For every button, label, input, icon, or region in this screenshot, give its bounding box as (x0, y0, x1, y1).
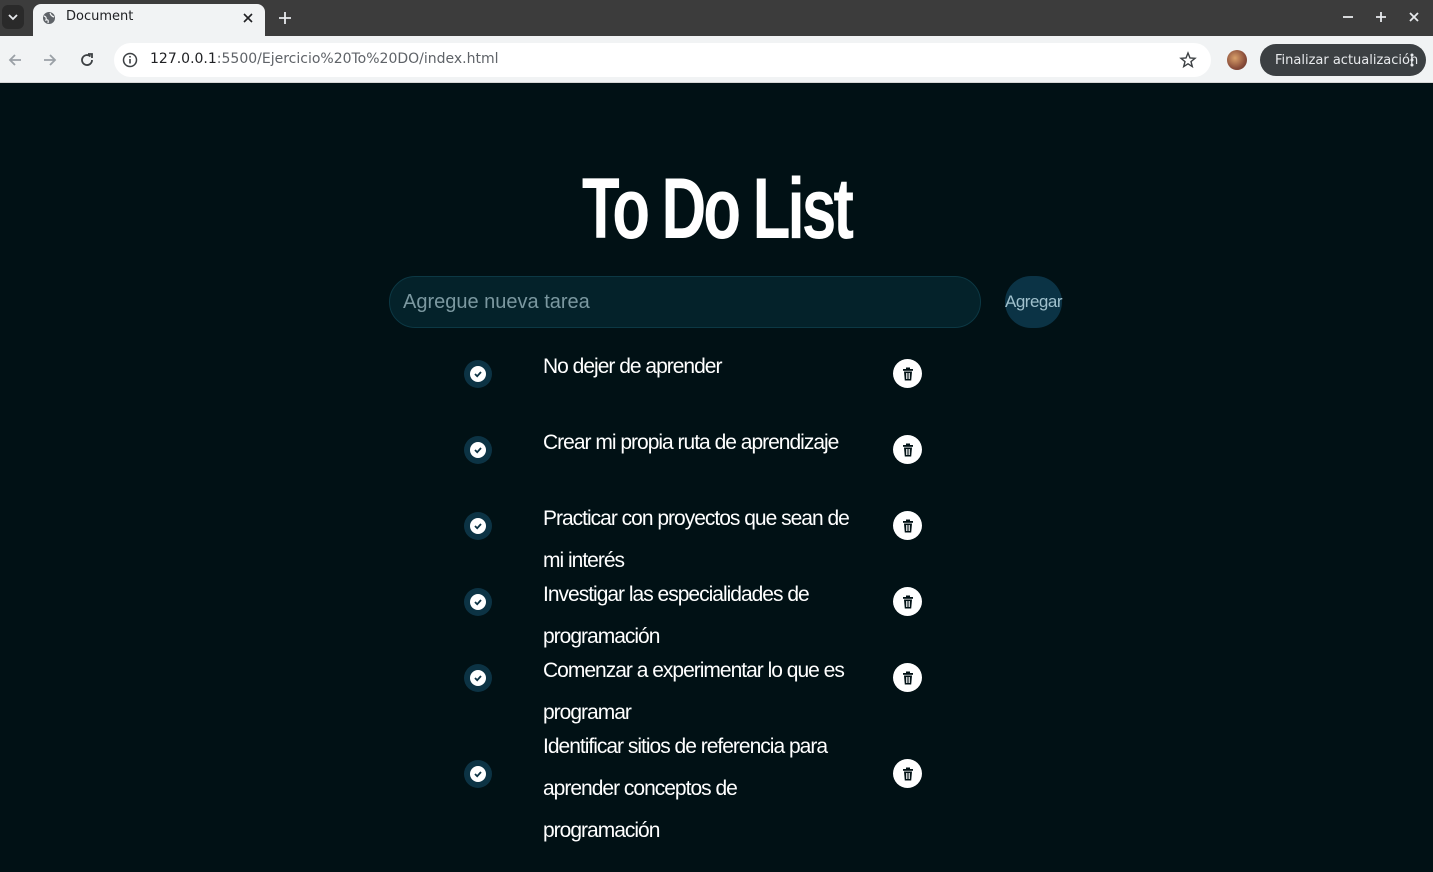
add-task-button[interactable]: Agregar (1005, 276, 1062, 328)
globe-icon (43, 12, 55, 24)
task-text: Investigar las especialidades de program… (543, 583, 810, 648)
task-text: Identificar sitios de referencia para ap… (543, 735, 828, 842)
info-icon[interactable] (122, 52, 138, 68)
task-text: Crear mi propia ruta de aprendizaje (543, 431, 839, 454)
profile-avatar-icon[interactable] (1227, 50, 1247, 70)
more-vert-icon (1410, 53, 1414, 67)
page-title: To Do List (581, 161, 854, 257)
delete-task-button[interactable] (893, 759, 922, 788)
check-circle-icon (470, 442, 486, 458)
trash-icon (902, 367, 913, 380)
url-path: :5500/Ejercicio%20To%20DO/index.html (216, 51, 499, 67)
complete-task-button[interactable] (464, 664, 492, 692)
delete-task-button[interactable] (893, 511, 922, 540)
task-text: Comenzar a experimentar lo que es progra… (543, 659, 845, 724)
bookmark-star-icon[interactable] (1179, 51, 1197, 69)
complete-task-button[interactable] (464, 512, 492, 540)
complete-task-button[interactable] (464, 588, 492, 616)
forward-arrow-icon[interactable] (41, 51, 59, 69)
new-task-input[interactable] (390, 277, 980, 327)
trash-icon (902, 767, 913, 780)
trash-icon (902, 443, 913, 456)
browser-toolbar: 127.0.0.1:5500/Ejercicio%20To%20DO/index… (0, 36, 1433, 83)
chevron-down-icon (8, 14, 18, 21)
check-circle-icon (470, 366, 486, 382)
update-button[interactable]: Finalizar actualización (1260, 44, 1426, 76)
delete-task-button[interactable] (893, 587, 922, 616)
trash-icon (902, 595, 913, 608)
update-button-label: Finalizar actualización (1275, 52, 1419, 68)
close-icon[interactable] (241, 11, 255, 25)
window-close-icon[interactable] (1407, 10, 1421, 24)
task-text: Practicar con proyectos que sean de mi i… (543, 507, 850, 572)
check-circle-icon (470, 518, 486, 534)
check-circle-icon (470, 594, 486, 610)
trash-icon (902, 671, 913, 684)
trash-icon (902, 519, 913, 532)
new-task-field[interactable] (389, 276, 981, 328)
complete-task-button[interactable] (464, 436, 492, 464)
new-tab-icon[interactable] (276, 9, 294, 27)
complete-task-button[interactable] (464, 360, 492, 388)
page-content: To Do List Agregar No dejer de aprender … (0, 84, 1433, 872)
address-bar[interactable]: 127.0.0.1:5500/Ejercicio%20To%20DO/index… (114, 43, 1211, 77)
reload-icon[interactable] (78, 51, 96, 69)
back-arrow-icon[interactable] (6, 51, 24, 69)
task-text: No dejer de aprender (543, 355, 722, 378)
browser-tabbar: Document (0, 0, 1433, 36)
delete-task-button[interactable] (893, 359, 922, 388)
complete-task-button[interactable] (464, 760, 492, 788)
url-text: 127.0.0.1:5500/Ejercicio%20To%20DO/index… (150, 51, 499, 67)
maximize-icon[interactable] (1374, 10, 1388, 24)
check-circle-icon (470, 670, 486, 686)
browser-tab[interactable]: Document (33, 4, 265, 36)
url-host: 127.0.0.1 (150, 51, 217, 67)
minimize-icon[interactable] (1341, 10, 1355, 24)
check-circle-icon (470, 766, 486, 782)
tab-title: Document (66, 9, 134, 24)
delete-task-button[interactable] (893, 435, 922, 464)
tab-search-button[interactable] (2, 5, 24, 29)
delete-task-button[interactable] (893, 663, 922, 692)
